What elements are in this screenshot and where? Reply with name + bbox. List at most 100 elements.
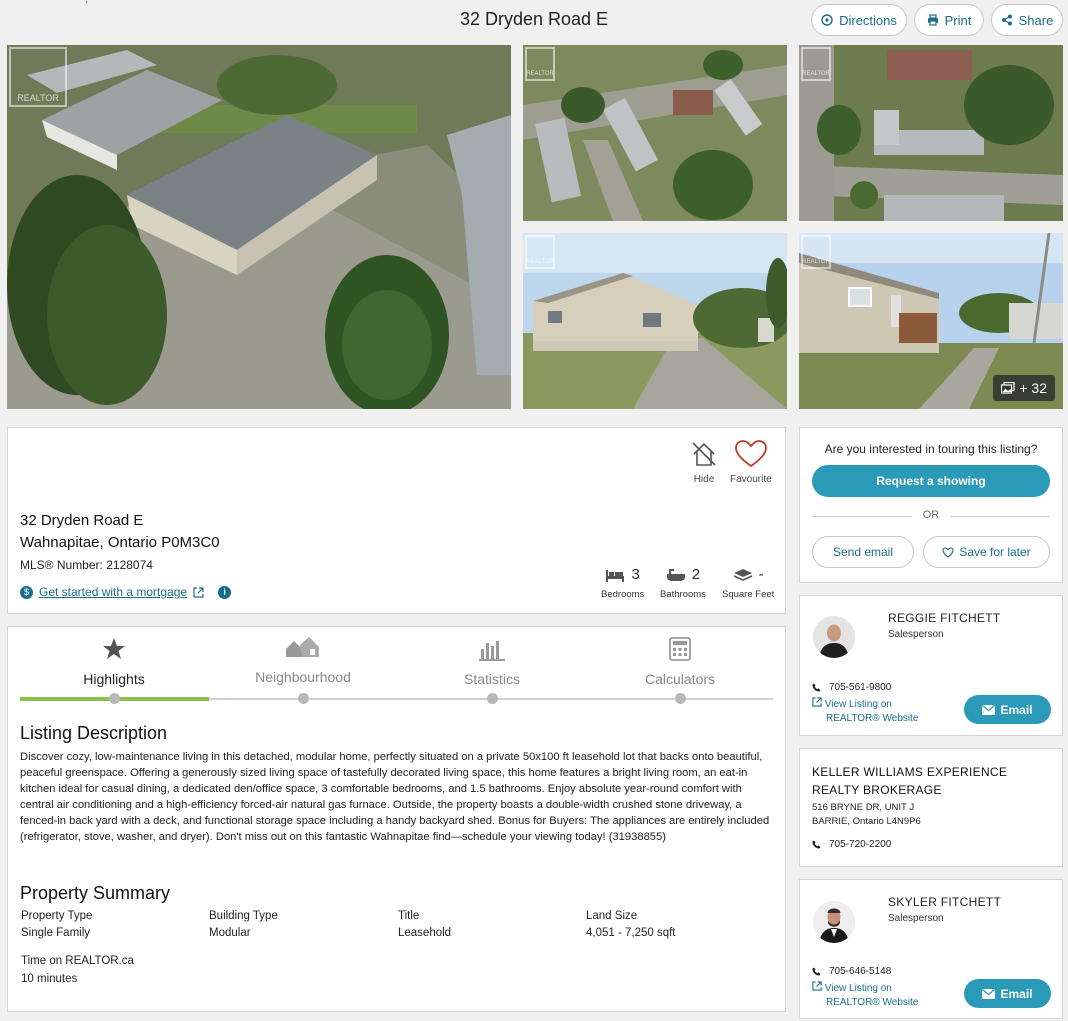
heart-outline-icon (942, 546, 954, 558)
hide-button[interactable]: Hide (690, 440, 718, 485)
realtor-watermark: REALTOR (801, 235, 831, 269)
email-button-label: Email (1000, 702, 1033, 717)
more-photos-count: + 32 (1019, 380, 1047, 396)
bathrooms-value: 2 (691, 566, 701, 583)
phone-icon (812, 840, 821, 849)
page-title: 32 Dryden Road E (459, 9, 609, 29)
photo-3[interactable]: REALTOR (799, 45, 1063, 221)
view-listing-line-2: REALTOR® Website (826, 713, 919, 724)
address-line-2: Wahnapitae, Ontario P0M3C0 (20, 534, 220, 551)
send-email-button[interactable]: Send email (812, 536, 914, 568)
external-link-icon (193, 586, 204, 598)
realtor-watermark: REALTOR (9, 47, 67, 107)
brokerage-address: 516 BRYNE DR, UNIT J BARRIE, Ontario L4N… (812, 801, 921, 829)
listing-info-card: Hide Favourite 32 Dryden Road E Wahnapit… (7, 427, 786, 614)
share-button[interactable]: Share (991, 4, 1063, 36)
directions-button[interactable]: Directions (811, 4, 907, 36)
tab-calculators[interactable]: Calculators (586, 637, 774, 687)
brokerage-name-line-1: KELLER WILLIAMS EXPERIENCE (812, 765, 1008, 779)
property-type-value: Single Family (21, 927, 91, 939)
layers-icon (733, 568, 752, 581)
photo-4[interactable]: REALTOR (523, 233, 787, 409)
avatar[interactable] (813, 616, 855, 658)
email-agent-button[interactable]: Email (964, 979, 1051, 1008)
envelope-icon (982, 704, 996, 715)
brokerage-address-line-1: 516 BRYNE DR, UNIT J (812, 802, 915, 813)
heart-icon (734, 440, 767, 468)
phone-icon (812, 683, 821, 692)
favourite-label: Favourite (730, 474, 772, 485)
dollar-icon: $ (20, 585, 33, 599)
hide-house-icon (692, 442, 716, 466)
agent-role: Salesperson (888, 913, 944, 924)
title-value: Leasehold (398, 927, 452, 939)
avatar[interactable] (813, 901, 855, 943)
land-size-value: 4,051 - 7,250 sqft (586, 927, 676, 939)
send-email-label: Send email (832, 545, 894, 559)
compass-icon (821, 14, 833, 26)
brokerage-name[interactable]: KELLER WILLIAMS EXPERIENCE REALTY BROKER… (812, 763, 1007, 799)
agent-phone[interactable]: 705-561-9800 (812, 682, 891, 693)
bar-chart-icon (479, 641, 505, 661)
photo-5[interactable]: REALTOR + 32 (799, 233, 1063, 409)
save-for-later-button[interactable]: Save for later (923, 536, 1050, 568)
agent-name[interactable]: SKYLER FITCHETT (888, 895, 1001, 909)
external-link-icon (812, 981, 822, 991)
agent-phone-number: 705-646-5148 (829, 966, 892, 977)
gallery-icon (1001, 382, 1015, 394)
brokerage-phone[interactable]: 705-720-2200 (812, 839, 891, 850)
save-for-later-label: Save for later (959, 545, 1031, 559)
tab-dot (109, 693, 120, 704)
info-icon[interactable]: i (218, 585, 232, 599)
property-type-label: Property Type (21, 910, 93, 922)
realtor-watermark: REALTOR (801, 47, 831, 81)
print-label: Print (944, 12, 972, 28)
agent-name[interactable]: REGGIE FITCHETT (888, 611, 1001, 625)
realtor-watermark: REALTOR (525, 235, 555, 269)
main-photo[interactable]: REALTOR (7, 45, 511, 409)
print-button[interactable]: Print (914, 4, 984, 36)
more-photos-button[interactable]: + 32 (993, 375, 1055, 401)
tab-statistics[interactable]: Statistics (398, 637, 586, 687)
tour-card: Are you interested in touring this listi… (799, 427, 1063, 583)
tab-label: Calculators (644, 671, 716, 687)
external-link-icon (812, 697, 822, 707)
agent-role: Salesperson (888, 629, 944, 640)
tab-neighbourhood[interactable]: Neighbourhood (209, 635, 397, 685)
bedrooms-label: Bedrooms (601, 589, 645, 600)
view-listing-link[interactable]: View Listing on REALTOR® Website (812, 981, 918, 1010)
directions-label: Directions (839, 12, 897, 28)
share-label: Share (1018, 12, 1054, 28)
view-listing-line-2: REALTOR® Website (826, 997, 919, 1008)
request-showing-button[interactable]: Request a showing (812, 465, 1050, 497)
breadcrumb[interactable]: • • • • • • • • • , (8, 0, 89, 5)
view-listing-line-1: View Listing on (824, 699, 892, 710)
view-listing-link[interactable]: View Listing on REALTOR® Website (812, 697, 918, 726)
divider (950, 516, 1050, 517)
building-type-label: Building Type (209, 910, 278, 922)
bed-icon (606, 569, 625, 582)
bedrooms-value: 3 (631, 566, 640, 583)
agent-photo (813, 901, 855, 943)
agent-phone[interactable]: 705-646-5148 (812, 966, 891, 977)
mls-value: 2128074 (106, 558, 153, 572)
brokerage-address-line-2: BARRIE, Ontario L4N9P6 (812, 816, 921, 827)
tab-highlights[interactable]: Highlights (20, 637, 208, 687)
tab-label: Neighbourhood (255, 669, 351, 685)
tab-label: Statistics (463, 671, 520, 687)
favourite-button[interactable]: Favourite (730, 440, 772, 485)
bathtub-icon (666, 568, 685, 581)
email-agent-button[interactable]: Email (964, 695, 1051, 724)
phone-icon (812, 967, 821, 976)
photo-2[interactable]: REALTOR (523, 45, 787, 221)
mortgage-link[interactable]: Get started with a mortgage (39, 585, 187, 599)
mls-number: MLS® Number: 2128074 (20, 558, 153, 572)
land-size-label: Land Size (586, 910, 638, 922)
agent-card: SKYLER FITCHETT Salesperson 705-646-5148… (799, 879, 1063, 1019)
neighbourhood-icon (286, 637, 319, 657)
time-on-value: 10 minutes (21, 973, 78, 985)
brokerage-card: KELLER WILLIAMS EXPERIENCE REALTY BROKER… (799, 748, 1063, 867)
aerial-home-image (7, 45, 511, 409)
property-summary-heading: Property Summary (20, 883, 171, 903)
printer-icon (927, 14, 938, 26)
